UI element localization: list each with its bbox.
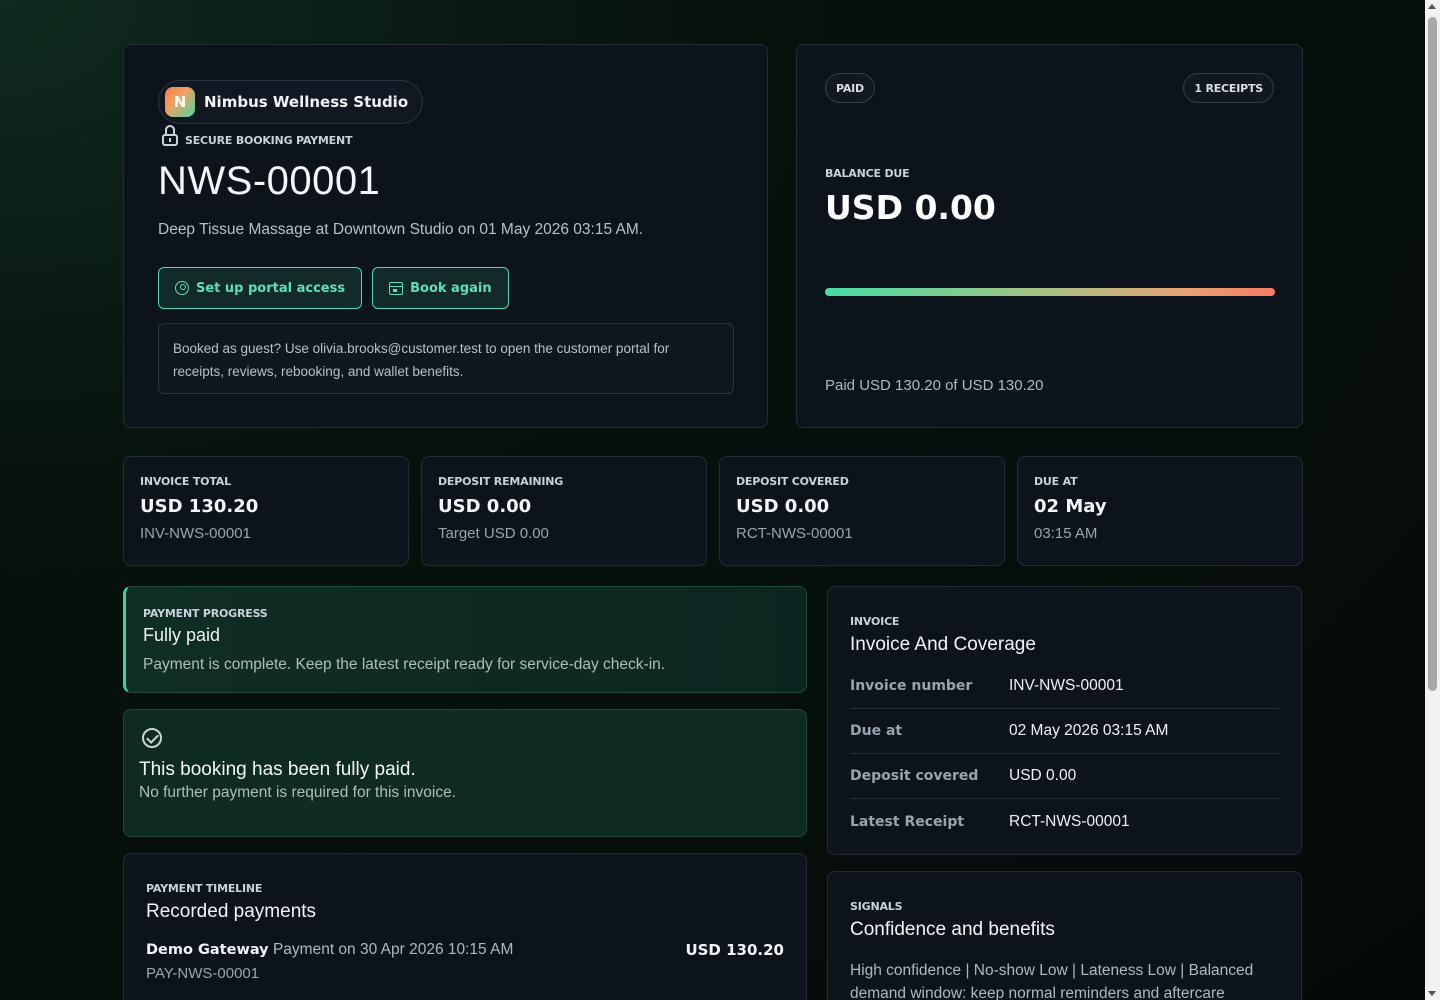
setup-portal-label: Set up portal access — [196, 280, 346, 296]
stat-value: 02 May — [1034, 496, 1107, 517]
stat-sub: Target USD 0.00 — [438, 525, 549, 542]
calendar-icon — [389, 281, 404, 295]
payment-row: Demo Gateway Payment on 30 Apr 2026 10:1… — [146, 941, 784, 982]
signals-label: SIGNALS — [850, 900, 903, 913]
payment-progress-bar — [825, 288, 1275, 296]
progress-description: Payment is complete. Keep the latest rec… — [143, 656, 666, 673]
brand-logo: N — [165, 87, 195, 117]
stat-label: INVOICE TOTAL — [140, 475, 231, 488]
invoice-label: INVOICE — [850, 615, 900, 628]
timeline-title: Recorded payments — [146, 901, 317, 922]
user-circle-icon — [175, 281, 189, 295]
hero-actions: Set up portal access Book again — [158, 267, 509, 309]
signals-title: Confidence and benefits — [850, 919, 1055, 940]
check-circle-icon — [142, 728, 162, 748]
book-again-button[interactable]: Book again — [372, 267, 509, 309]
invoice-row: Invoice number INV-NWS-00001 — [850, 664, 1279, 709]
stat-deposit-remaining: DEPOSIT REMAINING USD 0.00 Target USD 0.… — [421, 456, 707, 566]
invoice-value: USD 0.00 — [1009, 767, 1077, 784]
stat-deposit-covered: DEPOSIT COVERED USD 0.00 RCT-NWS-00001 — [719, 456, 1005, 566]
brand-name: Nimbus Wellness Studio — [204, 93, 409, 111]
lock-icon — [161, 125, 179, 147]
invoice-value: 02 May 2026 03:15 AM — [1009, 722, 1169, 739]
stat-label: DEPOSIT REMAINING — [438, 475, 564, 488]
invoice-value: RCT-NWS-00001 — [1009, 812, 1130, 830]
balance-amount: USD 0.00 — [825, 188, 996, 227]
booking-reference: NWS-00001 — [158, 159, 381, 203]
payment-timeline-card: PAYMENT TIMELINE Recorded payments Demo … — [123, 853, 807, 1000]
invoice-row: Latest Receipt RCT-NWS-00001 — [850, 799, 1279, 844]
book-again-label: Book again — [410, 280, 492, 296]
secure-label: SECURE BOOKING PAYMENT — [185, 134, 353, 147]
page-scrollbar[interactable] — [1425, 0, 1440, 1000]
stat-sub: RCT-NWS-00001 — [736, 525, 853, 542]
scroll-down-arrow-icon[interactable] — [1428, 991, 1436, 996]
booking-hero-card: N Nimbus Wellness Studio SECURE BOOKING … — [123, 44, 768, 428]
stat-value: USD 130.20 — [140, 496, 259, 517]
fully-paid-title: This booking has been fully paid. — [139, 759, 416, 780]
invoice-value: INV-NWS-00001 — [1009, 677, 1124, 694]
payment-reference: PAY-NWS-00001 — [146, 965, 260, 982]
stat-value: USD 0.00 — [438, 496, 532, 517]
payment-progress-fill — [825, 288, 1275, 296]
secure-row: SECURE BOOKING PAYMENT — [161, 125, 352, 147]
invoice-row: Deposit covered USD 0.00 — [850, 754, 1279, 799]
progress-label: PAYMENT PROGRESS — [143, 607, 268, 620]
payment-progress-card: PAYMENT PROGRESS Fully paid Payment is c… — [123, 586, 807, 693]
invoice-row: Due at 02 May 2026 03:15 AM — [850, 709, 1279, 754]
fully-paid-description: No further payment is required for this … — [139, 784, 457, 801]
invoice-card: INVOICE Invoice And Coverage Invoice num… — [827, 586, 1302, 855]
scrollbar-thumb[interactable] — [1428, 17, 1437, 691]
stat-invoice-total: INVOICE TOTAL USD 130.20 INV-NWS-00001 — [123, 456, 409, 566]
payment-detail: Payment on 30 Apr 2026 10:15 AM — [272, 941, 514, 958]
invoice-key: Invoice number — [850, 678, 973, 694]
stat-label: DEPOSIT COVERED — [736, 475, 849, 488]
invoice-key: Due at — [850, 723, 903, 739]
stat-due-at: DUE AT 02 May 03:15 AM — [1017, 456, 1303, 566]
signals-card: SIGNALS Confidence and benefits High con… — [827, 871, 1302, 1000]
stat-value: USD 0.00 — [736, 496, 830, 517]
balance-label: BALANCE DUE — [825, 167, 910, 180]
scroll-up-arrow-icon[interactable] — [1428, 4, 1436, 9]
booking-description: Deep Tissue Massage at Downtown Studio o… — [158, 221, 644, 238]
paid-summary: Paid USD 130.20 of USD 130.20 — [825, 377, 1044, 394]
payment-amount: USD 130.20 — [685, 941, 784, 959]
fully-paid-notice: This booking has been fully paid. No fur… — [123, 709, 807, 837]
stat-sub: INV-NWS-00001 — [140, 525, 251, 542]
balance-card: PAID 1 RECEIPTS BALANCE DUE USD 0.00 Pai… — [796, 44, 1303, 428]
receipts-badge: 1 RECEIPTS — [1183, 73, 1274, 103]
signals-description: High confidence | No-show Low | Lateness… — [850, 962, 1254, 1000]
setup-portal-button[interactable]: Set up portal access — [158, 267, 363, 309]
progress-title: Fully paid — [143, 625, 221, 645]
status-badge: PAID — [825, 73, 875, 103]
stat-label: DUE AT — [1034, 475, 1078, 488]
timeline-label: PAYMENT TIMELINE — [146, 882, 263, 895]
guest-note: Booked as guest? Use olivia.brooks@custo… — [158, 323, 734, 394]
brand-pill: N Nimbus Wellness Studio — [158, 80, 424, 124]
invoice-title: Invoice And Coverage — [850, 634, 1036, 655]
payment-gateway: Demo Gateway — [146, 942, 269, 958]
stat-sub: 03:15 AM — [1034, 525, 1098, 542]
invoice-key: Latest Receipt — [850, 813, 965, 830]
invoice-key: Deposit covered — [850, 768, 979, 784]
